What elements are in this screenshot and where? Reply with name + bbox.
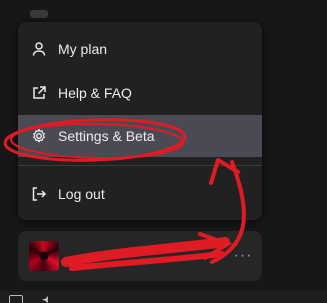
avatar <box>29 241 59 271</box>
menu-item-label: My plan <box>58 41 108 57</box>
menu-item-my-plan[interactable]: My plan <box>18 29 262 69</box>
menu-item-label: Help & FAQ <box>58 85 132 101</box>
user-account-button[interactable]: ··· <box>18 231 262 281</box>
menu-item-label: Log out <box>58 186 105 202</box>
mute-icon[interactable] <box>42 296 52 303</box>
background-element <box>30 10 48 18</box>
external-link-icon <box>30 84 48 102</box>
menu-item-help-faq[interactable]: Help & FAQ <box>18 73 262 113</box>
menu-item-settings-beta[interactable]: Settings & Beta <box>18 115 262 157</box>
user-icon <box>30 40 48 58</box>
logout-icon <box>30 185 48 203</box>
menu-item-label: Settings & Beta <box>58 128 155 144</box>
gear-icon <box>30 127 48 145</box>
panel-icon[interactable] <box>9 295 23 303</box>
menu-divider <box>18 165 262 166</box>
account-menu: My plan Help & FAQ Settings & Beta Log o… <box>18 22 262 220</box>
menu-item-log-out[interactable]: Log out <box>18 174 262 214</box>
more-options-icon[interactable]: ··· <box>232 245 254 267</box>
